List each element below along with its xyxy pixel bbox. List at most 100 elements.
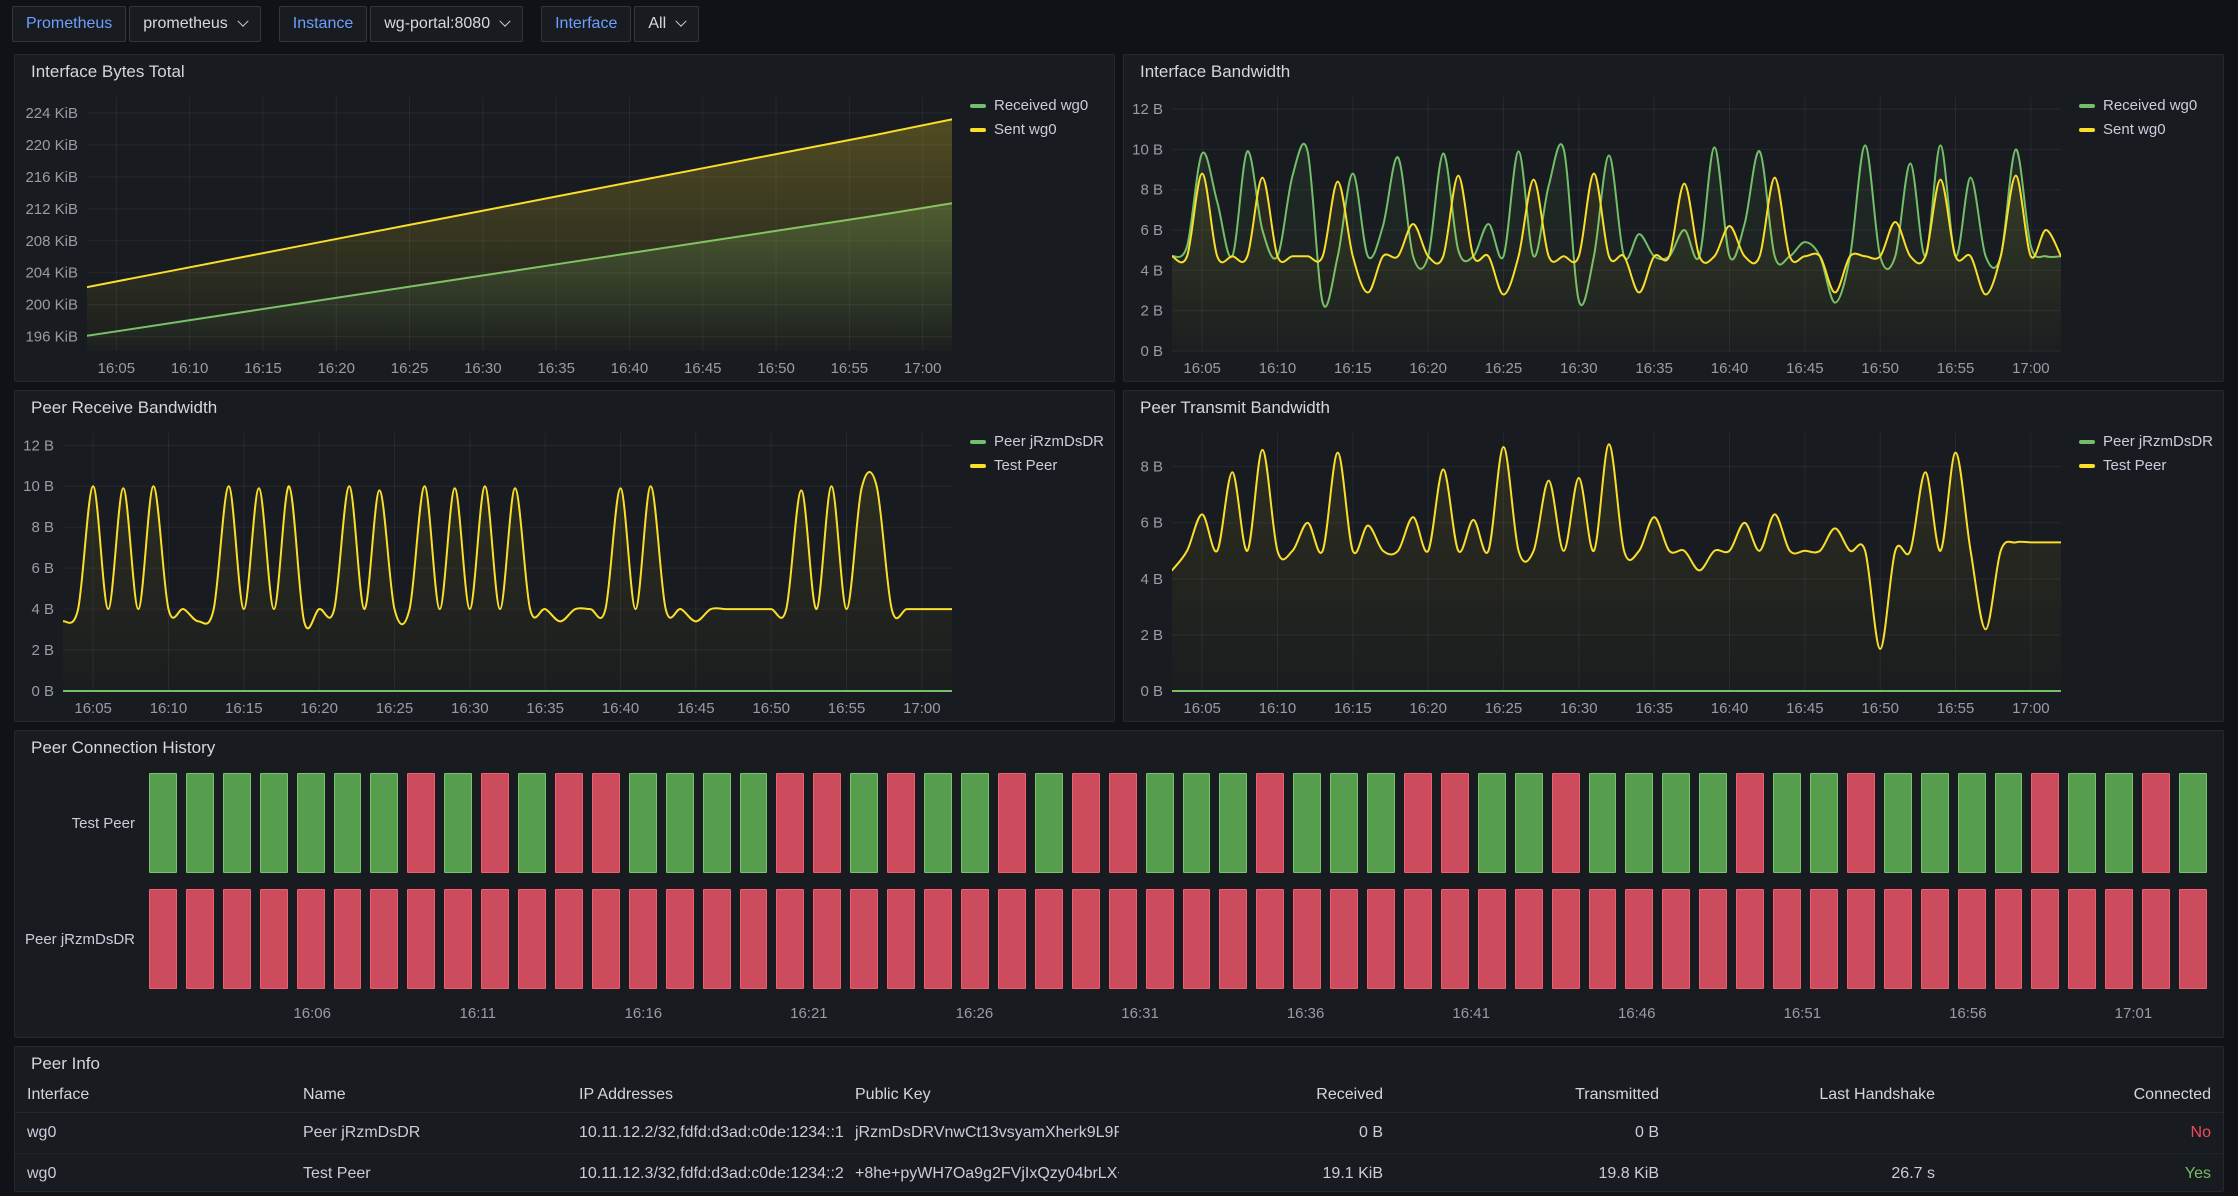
legend-series-name: Peer jRzmDsDR bbox=[994, 433, 1104, 450]
svg-text:6 B: 6 B bbox=[31, 560, 54, 577]
svg-text:16:30: 16:30 bbox=[464, 360, 502, 377]
status-bar-up bbox=[924, 773, 952, 873]
table-cell: Yes bbox=[1947, 1154, 2223, 1193]
legend-item[interactable]: Received wg0 bbox=[970, 97, 1108, 114]
svg-text:12 B: 12 B bbox=[1132, 101, 1163, 118]
legend-series-name: Test Peer bbox=[994, 457, 1057, 474]
status-bar-down bbox=[223, 889, 251, 989]
status-bar-up bbox=[223, 773, 251, 873]
table-cell: wg0 bbox=[15, 1113, 291, 1154]
legend-item[interactable]: Sent wg0 bbox=[2079, 121, 2217, 138]
x-tick-label: 16:26 bbox=[956, 1005, 994, 1022]
table-cell bbox=[1671, 1113, 1947, 1154]
status-bar-up bbox=[260, 773, 288, 873]
variable-label-interface: Interface bbox=[541, 6, 631, 42]
variable-instance: Instance wg-portal:8080 bbox=[279, 6, 523, 42]
legend-item[interactable]: Test Peer bbox=[2079, 457, 2217, 474]
time-series-plot[interactable]: 0 B2 B4 B6 B8 B10 B12 B16:0516:1016:1516… bbox=[1124, 85, 2071, 381]
svg-text:220 KiB: 220 KiB bbox=[25, 137, 78, 154]
column-header[interactable]: Last Handshake bbox=[1671, 1077, 1947, 1113]
status-bar-up bbox=[334, 773, 362, 873]
time-series-plot[interactable]: 196 KiB200 KiB204 KiB208 KiB212 KiB216 K… bbox=[15, 85, 962, 381]
svg-text:4 B: 4 B bbox=[1140, 262, 1163, 279]
status-bar-up bbox=[518, 773, 546, 873]
status-bar-down bbox=[1256, 889, 1284, 989]
legend: Peer jRzmDsDR Test Peer bbox=[962, 421, 1114, 721]
svg-text:16:05: 16:05 bbox=[1183, 360, 1221, 377]
status-bar-up bbox=[149, 773, 177, 873]
svg-text:204 KiB: 204 KiB bbox=[25, 265, 78, 282]
status-bar-up bbox=[1183, 773, 1211, 873]
svg-text:16:35: 16:35 bbox=[537, 360, 575, 377]
status-bar-down bbox=[2142, 773, 2170, 873]
svg-text:16:40: 16:40 bbox=[611, 360, 649, 377]
table-cell: No bbox=[1947, 1113, 2223, 1154]
table-row: wg0Test Peer10.11.12.3/32,fdfd:d3ad:c0de… bbox=[15, 1154, 2223, 1193]
legend-item[interactable]: Received wg0 bbox=[2079, 97, 2217, 114]
status-bar-up bbox=[1884, 773, 1912, 873]
x-tick-label: 16:51 bbox=[1784, 1005, 1822, 1022]
status-bar-down bbox=[1847, 773, 1875, 873]
column-header[interactable]: Connected bbox=[1947, 1077, 2223, 1113]
svg-text:16:55: 16:55 bbox=[828, 700, 866, 717]
svg-text:16:25: 16:25 bbox=[1485, 700, 1523, 717]
status-bar-down bbox=[1736, 773, 1764, 873]
column-header[interactable]: Name bbox=[291, 1077, 567, 1113]
column-header[interactable]: Received bbox=[1119, 1077, 1395, 1113]
legend-item[interactable]: Test Peer bbox=[970, 457, 1108, 474]
series-color-swatch bbox=[970, 104, 986, 108]
status-bar-down bbox=[1662, 889, 1690, 989]
status-bar-up bbox=[1810, 773, 1838, 873]
status-bar-up bbox=[1662, 773, 1690, 873]
status-bar-down bbox=[776, 889, 804, 989]
status-bar-up bbox=[1625, 773, 1653, 873]
svg-text:224 KiB: 224 KiB bbox=[25, 105, 78, 122]
column-header[interactable]: Interface bbox=[15, 1077, 291, 1113]
status-bar-down bbox=[1404, 773, 1432, 873]
instance-dropdown[interactable]: wg-portal:8080 bbox=[370, 6, 523, 42]
svg-text:8 B: 8 B bbox=[31, 519, 54, 536]
status-bar-up bbox=[1146, 773, 1174, 873]
svg-text:16:30: 16:30 bbox=[1560, 360, 1598, 377]
time-series-plot[interactable]: 0 B2 B4 B6 B8 B10 B12 B16:0516:1016:1516… bbox=[15, 421, 962, 721]
datasource-dropdown[interactable]: prometheus bbox=[129, 6, 261, 42]
status-bar-down bbox=[998, 889, 1026, 989]
status-bar-down bbox=[1847, 889, 1875, 989]
chart-body: 196 KiB200 KiB204 KiB208 KiB212 KiB216 K… bbox=[15, 85, 1114, 381]
status-bar-up bbox=[297, 773, 325, 873]
legend-item[interactable]: Peer jRzmDsDR bbox=[2079, 433, 2217, 450]
status-bars bbox=[149, 889, 2207, 989]
panel-peer-receive-bandwidth: Peer Receive Bandwidth 0 B2 B4 B6 B8 B10… bbox=[14, 390, 1115, 722]
status-bar-up bbox=[444, 773, 472, 873]
status-bar-down bbox=[629, 889, 657, 989]
legend: Peer jRzmDsDR Test Peer bbox=[2071, 421, 2223, 721]
table-cell: Peer jRzmDsDR bbox=[291, 1113, 567, 1154]
status-bar-down bbox=[1404, 889, 1432, 989]
status-bar-down bbox=[1035, 889, 1063, 989]
status-bar-down bbox=[1109, 889, 1137, 989]
status-bar-up bbox=[1478, 773, 1506, 873]
column-header[interactable]: Transmitted bbox=[1395, 1077, 1671, 1113]
svg-text:16:50: 16:50 bbox=[757, 360, 795, 377]
status-bar-down bbox=[1072, 889, 1100, 989]
series-color-swatch bbox=[2079, 440, 2095, 444]
status-bar-down bbox=[444, 889, 472, 989]
legend-item[interactable]: Peer jRzmDsDR bbox=[970, 433, 1108, 450]
column-header[interactable]: IP Addresses bbox=[567, 1077, 843, 1113]
column-header[interactable]: Public Key bbox=[843, 1077, 1119, 1113]
status-bar-up bbox=[850, 773, 878, 873]
chevron-down-icon bbox=[499, 16, 510, 27]
status-bar-down bbox=[1773, 889, 1801, 989]
legend-item[interactable]: Sent wg0 bbox=[970, 121, 1108, 138]
time-series-plot[interactable]: 0 B2 B4 B6 B8 B16:0516:1016:1516:2016:25… bbox=[1124, 421, 2071, 721]
svg-text:0 B: 0 B bbox=[1140, 343, 1163, 360]
x-tick-label: 16:21 bbox=[790, 1005, 828, 1022]
status-bar-down bbox=[1330, 889, 1358, 989]
status-bar-down bbox=[1219, 889, 1247, 989]
interface-dropdown[interactable]: All bbox=[634, 6, 699, 42]
table-cell: wg0 bbox=[15, 1154, 291, 1193]
svg-text:16:05: 16:05 bbox=[74, 700, 112, 717]
svg-text:16:25: 16:25 bbox=[1485, 360, 1523, 377]
svg-text:16:55: 16:55 bbox=[831, 360, 869, 377]
svg-text:8 B: 8 B bbox=[1140, 459, 1163, 476]
